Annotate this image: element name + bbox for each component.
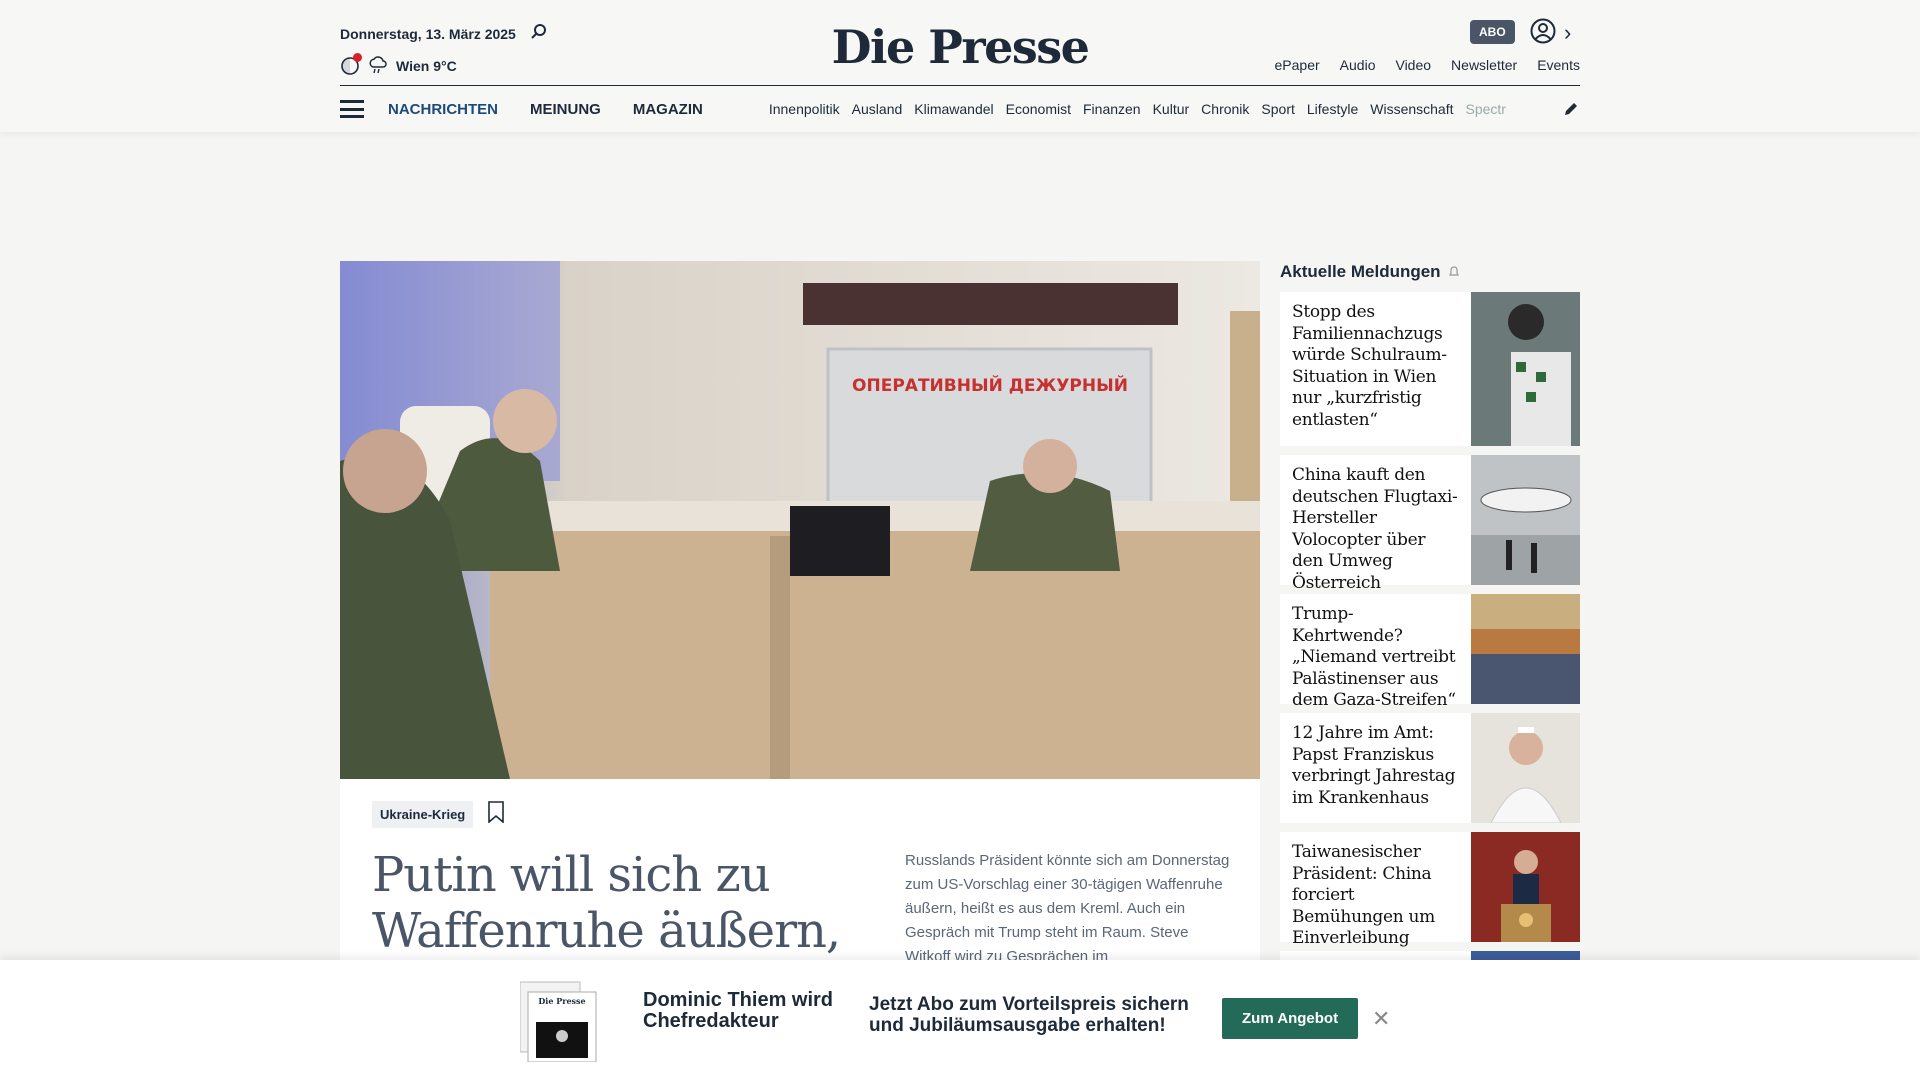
site-header: Donnerstag, 13. März 2025 Wien 9°C Die P…	[0, 0, 1920, 132]
header-divider	[340, 85, 1580, 86]
top-link-newsletter[interactable]: Newsletter	[1451, 57, 1517, 73]
bookmark-icon[interactable]	[488, 801, 504, 823]
chevron-right-icon[interactable]: ›	[1564, 20, 1571, 46]
sub-sections: Innenpolitik Ausland Klimawandel Economi…	[769, 101, 1529, 117]
nav-magazin[interactable]: MAGAZIN	[633, 101, 703, 118]
news-card[interactable]: Taiwanesischer Präsident: China forciert…	[1280, 832, 1580, 948]
abo-button[interactable]: ABO	[1470, 20, 1515, 44]
site-logo[interactable]: Die Presse	[0, 20, 1920, 74]
news-card-thumbnail	[1471, 951, 1580, 960]
news-card[interactable]: 12 Jahre im Amt: Papst Franziskus verbri…	[1280, 713, 1580, 823]
news-card-title: Stopp des Familiennachzugs würde Schulra…	[1292, 302, 1447, 430]
top-links: ePaper Audio Video Newsletter Events	[1275, 57, 1580, 73]
top-link-video[interactable]: Video	[1395, 57, 1431, 73]
banner-headline: Dominic Thiem wird Chefredakteur	[643, 989, 834, 1032]
subnav-chronik[interactable]: Chronik	[1201, 101, 1249, 117]
news-card[interactable]: Trump-Kehrtwende? „Niemand vertreibt Pal…	[1280, 594, 1580, 710]
top-link-epaper[interactable]: ePaper	[1275, 57, 1320, 73]
news-card-title: Trump-Kehrtwende? „Niemand vertreibt Pal…	[1292, 604, 1456, 710]
top-link-audio[interactable]: Audio	[1340, 57, 1376, 73]
subnav-sport[interactable]: Sport	[1261, 101, 1294, 117]
article-category-tag[interactable]: Ukraine-Krieg	[372, 801, 474, 828]
subnav-economist[interactable]: Economist	[1006, 101, 1071, 117]
top-link-events[interactable]: Events	[1537, 57, 1580, 73]
news-card-title: China kauft den deutschen Flugtaxi-Herst…	[1292, 465, 1458, 593]
news-card-title: Taiwanesischer Präsident: China forciert…	[1292, 842, 1435, 948]
offer-button[interactable]: Zum Angebot	[1222, 998, 1359, 1039]
subnav-lifestyle[interactable]: Lifestyle	[1307, 101, 1358, 117]
nav-meinung[interactable]: MEINUNG	[530, 101, 601, 118]
subnav-innenpolitik[interactable]: Innenpolitik	[769, 101, 840, 117]
nav-nachrichten[interactable]: NACHRICHTEN	[388, 101, 498, 118]
newspaper-thumbnail: Die Presse	[520, 981, 597, 1062]
news-card-thumbnail	[1471, 292, 1580, 446]
news-card-thumbnail	[1471, 455, 1580, 585]
main-navigation: NACHRICHTEN MEINUNG MAGAZIN Innenpolitik…	[340, 94, 1580, 124]
latest-news-title: Aktuelle Meldungen	[1280, 262, 1441, 281]
subnav-wissenschaft[interactable]: Wissenschaft	[1370, 101, 1453, 117]
news-card-partial[interactable]	[1280, 951, 1580, 960]
news-card[interactable]: China kauft den deutschen Flugtaxi-Herst…	[1280, 455, 1580, 593]
article-lead: Russlands Präsident könnte sich am Donne…	[905, 852, 1230, 965]
user-account-icon[interactable]	[1530, 18, 1556, 44]
subnav-klimawandel[interactable]: Klimawandel	[914, 101, 993, 117]
subnav-ausland[interactable]: Ausland	[852, 101, 903, 117]
subnav-spectrum[interactable]: Spectr	[1466, 101, 1506, 117]
subnav-kultur[interactable]: Kultur	[1153, 101, 1190, 117]
primary-sections: NACHRICHTEN MEINUNG MAGAZIN	[388, 101, 703, 118]
close-icon[interactable]: ✕	[1372, 1006, 1390, 1032]
subnav-finanzen[interactable]: Finanzen	[1083, 101, 1141, 117]
thumb-logo: Die Presse	[538, 996, 585, 1006]
bell-icon[interactable]	[1447, 265, 1461, 279]
subscription-banner: Die Presse Dominic Thiem wird Chefredakt…	[0, 960, 1920, 1080]
hero-image[interactable]: ОПЕРАТИВНЫЙ ДЕЖУРНЫЙ	[340, 261, 1260, 779]
news-card-thumbnail	[1471, 713, 1580, 823]
wall-sign-text: ОПЕРАТИВНЫЙ ДЕЖУРНЫЙ	[852, 374, 1128, 396]
banner-offer: Jetzt Abo zum Vorteilspreis sichern und …	[869, 994, 1189, 1036]
news-card-thumbnail	[1471, 594, 1580, 704]
pencil-icon[interactable]	[1562, 100, 1580, 118]
hamburger-menu-icon[interactable]	[340, 100, 364, 118]
news-card-thumbnail	[1471, 832, 1580, 942]
news-card[interactable]: Stopp des Familiennachzugs würde Schulra…	[1280, 292, 1580, 446]
news-card-title: 12 Jahre im Amt: Papst Franziskus verbri…	[1292, 723, 1456, 808]
latest-news-heading: Aktuelle Meldungen	[1280, 262, 1461, 282]
